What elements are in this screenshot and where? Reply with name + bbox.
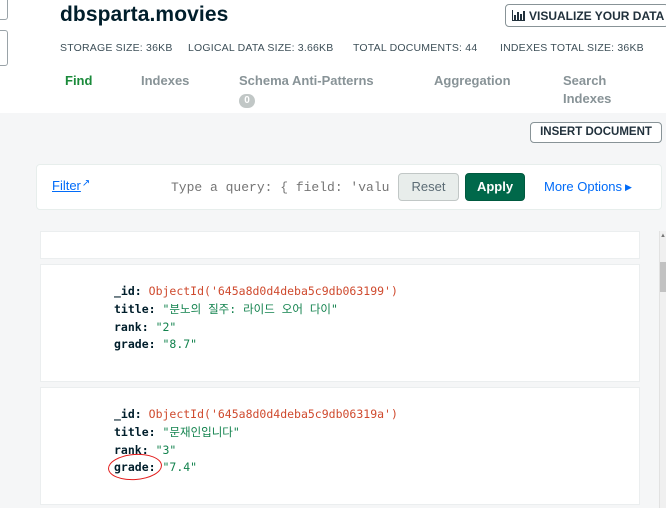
left-panel-edge-button[interactable] [0,30,8,66]
bar-chart-icon [512,10,525,21]
collection-tabs: Find Indexes Schema Anti-Patterns 0 Aggr… [0,72,666,112]
logical-size-stat: LOGICAL DATA SIZE: 3.66KB [188,42,334,54]
document-field-rank: rank: "2" [114,320,177,334]
collection-title: dbsparta.movies [60,3,229,26]
document-field-title: title: "문재인입니다" [114,425,240,439]
reset-button[interactable]: Reset [398,173,459,201]
total-documents-stat: TOTAL DOCUMENTS: 44 [353,42,478,54]
tab-find[interactable]: Find [65,72,92,90]
indexes-size-stat: INDEXES TOTAL SIZE: 36KB [500,42,644,54]
scroll-up-arrow-icon[interactable]: ▲ [660,233,666,239]
visualize-data-button[interactable]: VISUALIZE YOUR DATA [505,4,666,27]
document-card[interactable]: _id: ObjectId('645a8d0d4deba5c9db063199'… [40,264,640,382]
document-field-id: _id: ObjectId('645a8d0d4deba5c9db06319a'… [114,407,398,421]
schema-anti-patterns-count-badge: 0 [239,94,255,108]
visualize-data-label: VISUALIZE YOUR DATA [529,8,665,23]
tab-indexes[interactable]: Indexes [141,72,189,90]
tab-aggregation[interactable]: Aggregation [434,72,511,90]
external-link-icon: ↗ [81,178,91,189]
filter-docs-link[interactable]: Filter↗ [52,178,90,193]
more-options-toggle[interactable]: More Options ▶ [544,179,632,194]
caret-right-icon: ▶ [625,182,632,192]
document-field-grade: grade: "8.7" [114,337,198,351]
query-bar: Filter↗ Reset Apply More Options▶ [36,164,662,210]
document-field-title: title: "분노의 질주: 라이드 오어 다이" [114,302,338,316]
document-card[interactable]: _id: ObjectId('645a8d0d4deba5c9db06319a'… [40,387,640,505]
left-panel-edge-top [0,0,8,20]
document-field-id: _id: ObjectId('645a8d0d4deba5c9db063199'… [114,284,398,298]
query-filter-input[interactable] [171,173,389,201]
insert-document-button[interactable]: INSERT DOCUMENT [530,122,662,143]
document-card [40,231,640,259]
scrollbar-thumb[interactable] [660,262,666,292]
apply-button[interactable]: Apply [465,173,525,201]
tab-search-indexes[interactable]: Search Indexes [563,72,633,108]
storage-size-stat: STORAGE SIZE: 36KB [60,42,173,54]
tab-schema-anti-patterns[interactable]: Schema Anti-Patterns 0 [239,72,374,108]
